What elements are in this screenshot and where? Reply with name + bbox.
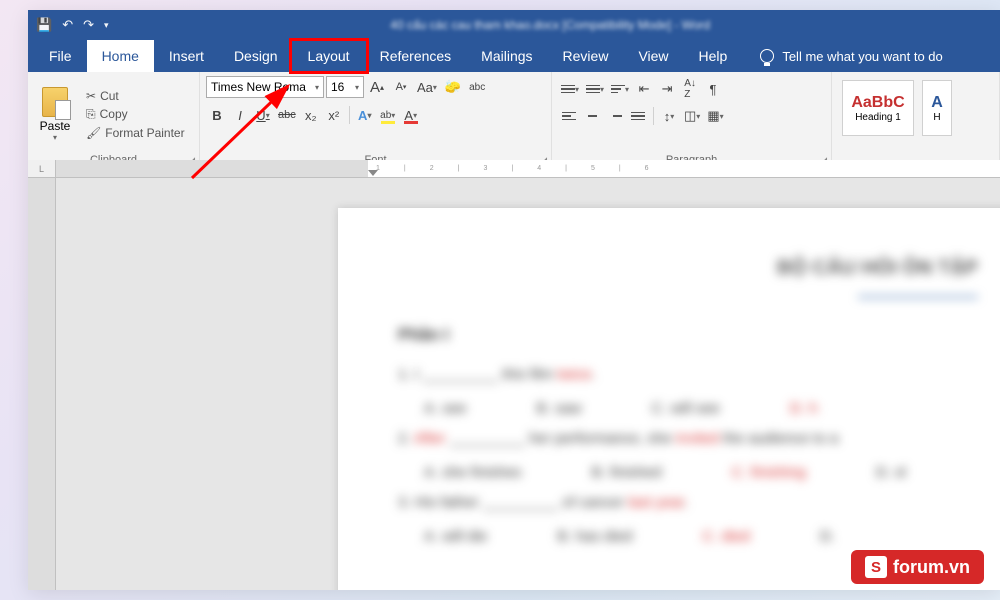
document-workspace: L 1|2|3|4|5|6 BỘ CÂU HỎI ÔN TẬP Phần I 1… (28, 160, 1000, 590)
italic-button[interactable]: I (229, 104, 251, 126)
style-label: Heading 1 (855, 112, 901, 123)
indent-marker-icon[interactable] (368, 170, 378, 176)
style-preview-text: AaBbC (851, 94, 904, 112)
tell-me-label: Tell me what you want to do (782, 49, 942, 64)
justify-icon (631, 112, 645, 121)
paste-button[interactable]: Paste ▾ (34, 76, 76, 152)
multilevel-icon (611, 85, 625, 94)
borders-button[interactable]: ▦▾ (704, 105, 726, 127)
underline-button[interactable]: U▾ (252, 104, 274, 126)
align-right-button[interactable] (604, 105, 626, 127)
font-color-button[interactable]: A▾ (400, 104, 422, 126)
style-heading1[interactable]: AaBbC Heading 1 (842, 80, 914, 136)
bullets-icon (561, 85, 575, 94)
separator (653, 107, 654, 125)
watermark-badge: S forum.vn (851, 550, 984, 584)
superscript-button[interactable]: x² (323, 104, 345, 126)
text-effects-button[interactable]: A▾ (354, 104, 376, 126)
decrease-indent-button[interactable]: ⇤ (633, 78, 655, 100)
tab-file[interactable]: File (34, 40, 87, 72)
align-right-icon (608, 112, 622, 121)
paste-icon (42, 87, 68, 117)
format-painter-label: Format Painter (105, 126, 184, 140)
chevron-down-icon: ▾ (355, 83, 359, 92)
tab-layout-label: Layout (308, 48, 350, 64)
numbering-button[interactable]: ▾ (583, 78, 607, 100)
font-size-value: 16 (331, 80, 344, 94)
watermark-text: forum.vn (893, 557, 970, 578)
align-left-icon (562, 112, 576, 121)
show-hide-button[interactable]: ¶ (702, 78, 724, 100)
increase-indent-button[interactable]: ⇥ (656, 78, 678, 100)
shrink-font-button[interactable]: A▾ (390, 76, 412, 98)
line-spacing-button[interactable]: ↕▾ (658, 105, 680, 127)
bullets-button[interactable]: ▾ (558, 78, 582, 100)
font-name-input[interactable]: Times New Roma ▾ (206, 76, 324, 98)
separator (349, 106, 350, 124)
copy-label: Copy (100, 107, 128, 121)
font-size-input[interactable]: 16 ▾ (326, 76, 364, 98)
chevron-down-icon: ▾ (315, 83, 319, 92)
sort-button[interactable]: A↓Z (679, 78, 701, 100)
tell-me-search[interactable]: Tell me what you want to do (760, 40, 942, 72)
cut-label: Cut (100, 89, 119, 103)
tab-help[interactable]: Help (684, 40, 743, 72)
align-center-icon (585, 112, 599, 121)
save-icon[interactable]: 💾 (36, 17, 52, 33)
redo-icon[interactable]: ↷ (83, 17, 94, 33)
copy-button[interactable]: ⎘ Copy (82, 106, 189, 123)
vertical-ruler[interactable] (28, 178, 56, 590)
multilevel-list-button[interactable]: ▾ (608, 78, 632, 100)
scissors-icon: ✂ (86, 89, 96, 103)
paste-label: Paste (40, 119, 71, 133)
numbering-icon (586, 85, 600, 94)
tab-references[interactable]: References (365, 40, 467, 72)
quick-access-toolbar: 💾 ↶ ↷ ▾ (36, 17, 109, 33)
tab-layout[interactable]: Layout (293, 40, 365, 72)
group-font: Times New Roma▾ 16▾ A▴ A▾ Aa▾ 🧽 abc B I … (200, 72, 552, 169)
phonetic-guide-button[interactable]: abc (466, 76, 488, 98)
change-case-button[interactable]: Aa▾ (414, 76, 440, 98)
lightbulb-icon (760, 49, 774, 63)
cut-button[interactable]: ✂ Cut (82, 88, 189, 104)
document-page[interactable]: BỘ CÂU HỎI ÔN TẬP Phần I 1. I _________ … (338, 208, 1000, 590)
tab-home[interactable]: Home (87, 40, 154, 72)
subscript-button[interactable]: x₂ (300, 104, 322, 126)
style-label: H (933, 112, 940, 123)
format-painter-button[interactable]: 🖌 Format Painter (82, 125, 189, 141)
tab-mailings[interactable]: Mailings (466, 40, 547, 72)
paintbrush-icon: 🖌 (86, 126, 101, 140)
watermark-logo-icon: S (865, 556, 887, 578)
clear-formatting-button[interactable]: 🧽 (442, 76, 464, 98)
copy-icon: ⎘ (86, 107, 96, 122)
font-name-value: Times New Roma (211, 80, 306, 94)
tab-design[interactable]: Design (219, 40, 293, 72)
style-heading2[interactable]: A H (922, 80, 952, 136)
tab-insert[interactable]: Insert (154, 40, 219, 72)
ribbon: Paste ▾ ✂Cut ⎘Copy 🖌Format Painter Clipb… (28, 72, 1000, 170)
ruler-corner[interactable]: L (28, 160, 56, 178)
align-center-button[interactable] (581, 105, 603, 127)
style-preview-text: A (931, 94, 943, 112)
title-bar: 💾 ↶ ↷ ▾ 40 cấu các cau tham khao.docx [C… (28, 10, 1000, 40)
document-content-blurred: BỘ CÂU HỎI ÔN TẬP Phần I 1. I _________ … (398, 248, 978, 552)
horizontal-ruler[interactable]: 1|2|3|4|5|6 (56, 160, 1000, 178)
justify-button[interactable] (627, 105, 649, 127)
highlight-button[interactable]: ab▾ (377, 104, 399, 126)
align-left-button[interactable] (558, 105, 580, 127)
chevron-down-icon: ▾ (53, 133, 57, 142)
group-paragraph: ▾ ▾ ▾ ⇤ ⇥ A↓Z ¶ ↕▾ ◫▾ ▦▾ (552, 72, 832, 169)
ribbon-tabs: File Home Insert Design Layout Reference… (28, 40, 1000, 72)
undo-icon[interactable]: ↶ (62, 17, 73, 33)
tab-view[interactable]: View (623, 40, 683, 72)
bold-button[interactable]: B (206, 104, 228, 126)
document-title: 40 cấu các cau tham khao.docx [Compatibi… (109, 18, 992, 32)
grow-font-button[interactable]: A▴ (366, 76, 388, 98)
group-styles: AaBbC Heading 1 A H (832, 72, 1000, 169)
strikethrough-button[interactable]: abc (275, 104, 299, 126)
group-clipboard: Paste ▾ ✂Cut ⎘Copy 🖌Format Painter Clipb… (28, 72, 200, 169)
tab-review[interactable]: Review (548, 40, 624, 72)
shading-button[interactable]: ◫▾ (681, 105, 703, 127)
